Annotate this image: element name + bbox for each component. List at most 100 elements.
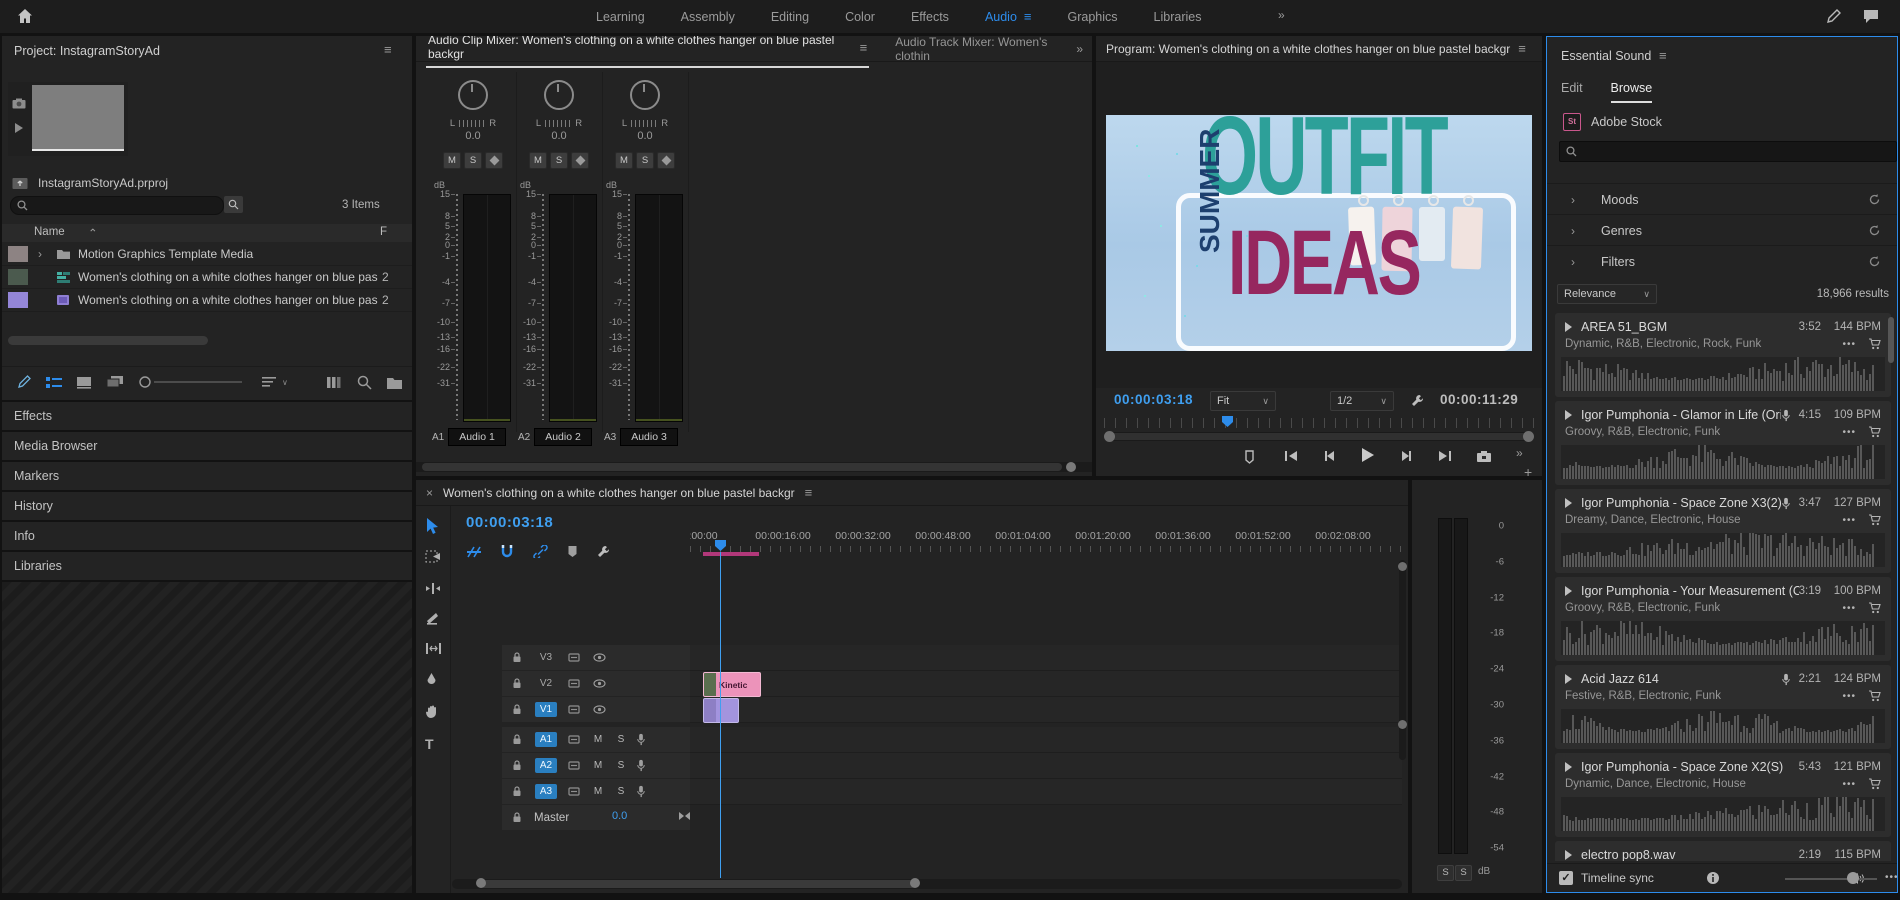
more-options-button[interactable]: •••: [1842, 603, 1856, 614]
more-options-button[interactable]: •••: [1842, 779, 1856, 790]
collapsed-panel-header[interactable]: Effects: [2, 402, 412, 430]
reset-icon[interactable]: [1868, 224, 1881, 237]
project-item-row[interactable]: › Women's clothing on a white clothes ha…: [2, 266, 412, 289]
fader-track[interactable]: [456, 194, 458, 420]
track-target-badge[interactable]: V2: [535, 676, 557, 691]
panel-menu-icon[interactable]: ≡: [805, 485, 813, 500]
play-preview-icon[interactable]: [1565, 498, 1572, 508]
nested-sequence-icon[interactable]: [466, 545, 482, 559]
stock-search-box[interactable]: [1559, 141, 1897, 162]
track-solo-button[interactable]: S: [616, 760, 626, 771]
fader-track[interactable]: [628, 194, 630, 420]
clip-duration-bar[interactable]: [703, 552, 759, 556]
project-file-row[interactable]: InstagramStoryAd.prproj: [12, 176, 168, 190]
project-search-box[interactable]: [10, 196, 224, 215]
razor-tool[interactable]: [425, 612, 440, 626]
track-visibility-eye-icon[interactable]: [593, 705, 606, 714]
close-tab-icon[interactable]: ×: [426, 486, 433, 500]
project-item-row[interactable]: › Women's clothing on a white clothes ha…: [2, 289, 412, 312]
track-target-badge[interactable]: A2: [535, 758, 557, 773]
timeline-horizontal-scrollbar[interactable]: [452, 879, 1402, 889]
workspace-tab[interactable]: Color ≡: [845, 10, 875, 24]
track-target-badge[interactable]: A1: [535, 732, 557, 747]
workspace-tab[interactable]: Learning ≡: [596, 10, 645, 24]
chat-icon[interactable]: [1862, 8, 1880, 24]
snap-magnet-icon[interactable]: [500, 544, 514, 559]
sync-lock-icon[interactable]: [568, 652, 580, 663]
license-cart-icon[interactable]: [1868, 338, 1881, 350]
more-options-button[interactable]: •••: [1842, 691, 1856, 702]
tab-edit[interactable]: Edit: [1561, 81, 1583, 103]
timeline-timecode[interactable]: 00:00:03:18: [466, 514, 553, 531]
automate-to-sequence-icon[interactable]: [326, 376, 343, 389]
filter-section-row[interactable]: › Filters: [1547, 245, 1897, 277]
waveform-preview[interactable]: [1561, 797, 1885, 831]
play-preview-icon[interactable]: [1565, 410, 1572, 420]
zoom-slider[interactable]: [138, 375, 248, 389]
tab-browse[interactable]: Browse: [1611, 81, 1653, 103]
play-preview-icon[interactable]: [1565, 586, 1572, 596]
solo-button[interactable]: S: [550, 152, 568, 169]
more-options-button[interactable]: •••: [1842, 339, 1856, 350]
play-preview-icon[interactable]: [1565, 850, 1572, 860]
sort-dropdown[interactable]: Relevance∨: [1557, 284, 1657, 304]
waveform-preview[interactable]: [1561, 709, 1885, 743]
mixer-horizontal-scrollbar[interactable]: [416, 462, 1092, 472]
track-visibility-eye-icon[interactable]: [593, 679, 606, 688]
track-name-box[interactable]: Audio 1: [448, 428, 506, 446]
waveform-preview[interactable]: [1561, 445, 1885, 479]
keyframe-button[interactable]: [571, 152, 589, 169]
track-name-box[interactable]: Audio 3: [620, 428, 678, 446]
sound-list-item[interactable]: electro pop8.wav 2:19 115 BPM Groovy, R&…: [1555, 841, 1891, 861]
collapsed-panel-header[interactable]: Markers: [2, 462, 412, 490]
voiceover-mic-icon[interactable]: [636, 759, 646, 772]
chevron-right-icon[interactable]: ›: [1571, 193, 1575, 207]
list-view-icon[interactable]: [46, 376, 62, 389]
workspace-menu-icon[interactable]: ≡: [1024, 9, 1032, 24]
tab-sequence[interactable]: Women's clothing on a white clothes hang…: [443, 486, 795, 500]
mute-button[interactable]: M: [529, 152, 547, 169]
program-scrollbar[interactable]: [1104, 432, 1534, 441]
add-marker-icon[interactable]: [1244, 450, 1255, 464]
fit-dropdown[interactable]: Fit∨: [1210, 391, 1276, 411]
add-marker-icon[interactable]: [567, 545, 578, 558]
voiceover-mic-icon[interactable]: [636, 733, 646, 746]
home-icon[interactable]: [16, 7, 34, 25]
sound-list-item[interactable]: Igor Pumphonia - Your Measurement (O... …: [1555, 577, 1891, 661]
program-mini-ruler[interactable]: [1104, 418, 1534, 428]
collapsed-panel-header[interactable]: History: [2, 492, 412, 520]
search-bin-icon[interactable]: [224, 196, 243, 213]
track-lock-icon[interactable]: [512, 704, 522, 715]
workspace-tab[interactable]: Editing ≡: [771, 10, 809, 24]
stock-search-input[interactable]: [1583, 145, 1867, 159]
find-icon[interactable]: [357, 375, 372, 390]
collapsed-panel-header[interactable]: Media Browser: [2, 432, 412, 460]
play-preview-icon[interactable]: [1565, 674, 1572, 684]
project-horizontal-scrollbar[interactable]: [8, 336, 208, 345]
voiceover-mic-icon[interactable]: [636, 785, 646, 798]
project-writable-icon[interactable]: [16, 374, 32, 390]
track-target-badge[interactable]: V3: [535, 650, 557, 665]
waveform-preview[interactable]: [1561, 621, 1885, 655]
ripple-edit-tool[interactable]: [425, 582, 441, 595]
list-scrollbar-thumb[interactable]: [1888, 317, 1894, 363]
panel-menu-icon[interactable]: ≡: [1518, 41, 1526, 56]
pan-knob[interactable]: [544, 80, 574, 110]
timeline-settings-wrench-icon[interactable]: [596, 544, 611, 559]
timeline-vertical-scrollbar[interactable]: [1399, 560, 1406, 760]
track-mute-button[interactable]: M: [593, 734, 603, 745]
solo-button[interactable]: S: [636, 152, 654, 169]
license-cart-icon[interactable]: [1868, 778, 1881, 790]
workspaces-overflow-button[interactable]: »: [1278, 8, 1284, 22]
sound-list-item[interactable]: Acid Jazz 614 2:21 124 BPM Festive, R&B,…: [1555, 665, 1891, 749]
reset-icon[interactable]: [1868, 255, 1881, 268]
go-to-in-icon[interactable]: [1284, 450, 1298, 462]
sync-lock-icon[interactable]: [568, 760, 580, 771]
play-preview-icon[interactable]: [14, 122, 24, 134]
camera-icon[interactable]: [12, 98, 26, 109]
fader-track[interactable]: [542, 194, 544, 420]
tab-program[interactable]: Program: Women's clothing on a white clo…: [1106, 42, 1510, 56]
sound-list-item[interactable]: AREA 51_BGM 3:52 144 BPM Dynamic, R&B, E…: [1555, 313, 1891, 397]
track-target-badge[interactable]: V1: [535, 702, 557, 717]
volume-slider-knob[interactable]: [1847, 872, 1859, 884]
